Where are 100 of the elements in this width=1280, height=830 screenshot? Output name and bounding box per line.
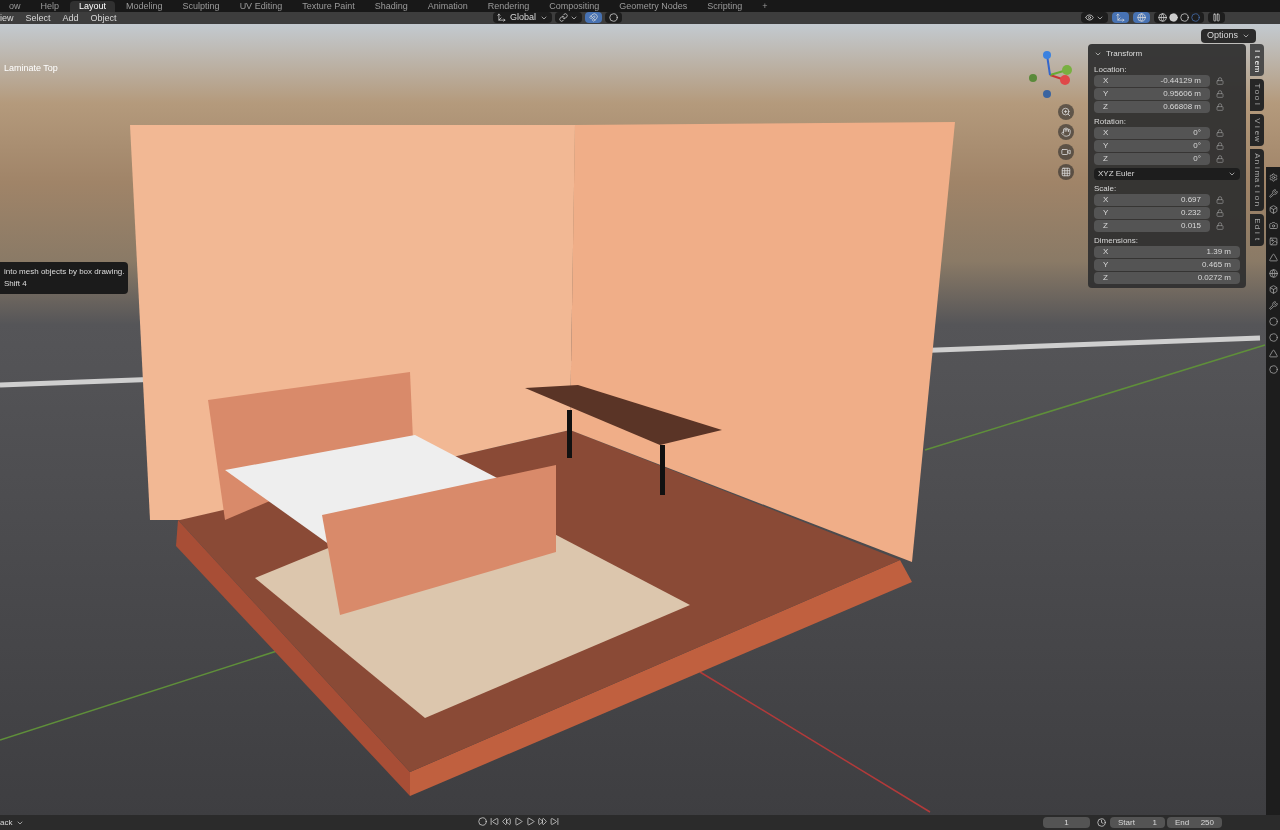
properties-tab-icon[interactable] [1268, 221, 1278, 230]
group-label: Location: [1094, 64, 1128, 75]
playback-icon[interactable] [502, 817, 511, 826]
sidebar-tab[interactable]: Edit [1250, 214, 1264, 246]
value-field[interactable]: X 0.697 [1094, 194, 1210, 206]
overlay-dropdown[interactable] [1133, 12, 1150, 23]
workspace-tab[interactable]: Shading [365, 1, 417, 12]
sidebar-tab[interactable]: Item [1250, 44, 1264, 76]
value-field[interactable]: X 1.39 m [1094, 246, 1240, 258]
value-field[interactable]: Y 0.95606 m [1094, 88, 1210, 100]
value-field[interactable]: Y 0.465 m [1094, 259, 1240, 271]
menu-item[interactable]: Object [90, 12, 117, 24]
caret-icon [1228, 170, 1236, 178]
playback-icon[interactable] [550, 817, 559, 826]
snap-button[interactable] [585, 12, 602, 23]
gizmo-icon [1116, 13, 1125, 22]
menu-item[interactable]: Select [25, 12, 51, 24]
lock-icon[interactable] [1216, 129, 1224, 137]
workspace-tab[interactable]: + [753, 1, 777, 12]
lock-icon[interactable] [1216, 90, 1224, 98]
circle-icon [609, 13, 618, 22]
rotation-mode-dropdown[interactable]: XYZ Euler [1094, 168, 1240, 180]
value-field[interactable]: Y 0° [1094, 140, 1210, 152]
workspace-tab[interactable]: UV Editing [230, 1, 292, 12]
start-field[interactable]: Start 1 [1110, 817, 1165, 828]
group-label: Scale: [1094, 183, 1118, 194]
lock-icon[interactable] [1216, 209, 1224, 217]
workspace-tab[interactable]: Sculpting [173, 1, 229, 12]
workspace-tab[interactable]: Animation [418, 1, 477, 12]
tooltip-text: Shift 4 [4, 278, 28, 290]
value-field[interactable]: Y 0.232 [1094, 207, 1210, 219]
workspace-tab[interactable]: Rendering [478, 1, 539, 12]
tooltip-text: into mesh objects by box drawing. [4, 266, 124, 278]
pause-icon [1212, 13, 1221, 22]
sidebar-tab[interactable]: View [1250, 114, 1264, 146]
workspace-tab[interactable]: Help [31, 1, 69, 12]
value-field[interactable]: Z 0.0272 m [1094, 272, 1240, 284]
proportional-button[interactable] [605, 12, 622, 23]
visibility-dropdown[interactable] [1081, 12, 1108, 23]
object-label: Laminate Top [4, 62, 58, 75]
lock-icon[interactable] [1216, 142, 1224, 150]
group-label: Dimensions: [1094, 235, 1139, 246]
pause-button[interactable] [1208, 12, 1225, 23]
end-field[interactable]: End 250 [1167, 817, 1222, 828]
clock-icon[interactable] [1097, 818, 1106, 827]
menu-item[interactable]: iew [0, 12, 14, 24]
sidebar-tab[interactable]: Animation [1250, 149, 1264, 211]
timeline-menu[interactable]: ack [0, 817, 25, 829]
rendered-icon [1191, 13, 1200, 22]
sidebar-tab[interactable]: Tool [1250, 79, 1264, 111]
lock-icon[interactable] [1216, 222, 1224, 230]
properties-tab-icon[interactable] [1268, 285, 1278, 294]
properties-tab-icon[interactable] [1268, 173, 1278, 182]
value-field[interactable]: X -0.44129 m [1094, 75, 1210, 87]
current-frame-field[interactable]: 1 [1043, 817, 1090, 828]
lock-icon[interactable] [1216, 196, 1224, 204]
hand-icon[interactable] [1058, 124, 1074, 140]
link-icon [559, 13, 568, 22]
caret-icon [1242, 32, 1250, 40]
workspace-tab[interactable]: ow [0, 1, 30, 12]
value-field[interactable]: Z 0.015 [1094, 220, 1210, 232]
shading-buttons[interactable] [1154, 12, 1204, 23]
zoom-icon[interactable] [1058, 104, 1074, 120]
grid-icon[interactable] [1058, 164, 1074, 180]
workspace-tab[interactable]: Texture Paint [293, 1, 364, 12]
lock-icon[interactable] [1216, 103, 1224, 111]
properties-tab-icon[interactable] [1268, 237, 1278, 246]
camera-icon[interactable] [1058, 144, 1074, 160]
overlay-icon [1137, 13, 1146, 22]
group-label: Rotation: [1094, 116, 1128, 127]
wireframe-icon [1158, 13, 1167, 22]
playback-icon[interactable] [478, 817, 487, 826]
chevron-icon [1094, 50, 1102, 58]
orientation-dropdown[interactable]: Global [493, 12, 552, 23]
gizmo-dropdown[interactable] [1112, 12, 1129, 23]
properties-tab-icon[interactable] [1268, 189, 1278, 198]
caret-icon [16, 819, 25, 827]
axes-icon [497, 13, 506, 22]
workspace-tab[interactable]: Modeling [117, 1, 172, 12]
properties-tab-icon[interactable] [1268, 205, 1278, 214]
solid-icon [1169, 13, 1178, 22]
playback-icon[interactable] [538, 817, 547, 826]
workspace-tab[interactable]: Scripting [698, 1, 752, 12]
workspace-tab[interactable]: Compositing [540, 1, 609, 12]
value-field[interactable]: Z 0.66808 m [1094, 101, 1210, 113]
panel-header[interactable]: Transform [1094, 47, 1240, 61]
workspace-tab[interactable]: Geometry Nodes [610, 1, 697, 12]
eye-icon [1085, 13, 1094, 22]
menu-item[interactable]: Add [62, 12, 79, 24]
options-button[interactable]: Options [1200, 29, 1256, 43]
workspace-tab[interactable]: Layout [70, 1, 116, 12]
value-field[interactable]: Z 0° [1094, 153, 1210, 165]
properties-tab-icon[interactable] [1268, 253, 1278, 262]
lock-icon[interactable] [1216, 155, 1224, 163]
lock-icon[interactable] [1216, 77, 1224, 85]
value-field[interactable]: X 0° [1094, 127, 1210, 139]
pivot-dropdown[interactable] [555, 12, 582, 23]
properties-tab-icon[interactable] [1268, 269, 1278, 278]
playback-icon[interactable] [490, 817, 499, 826]
properties-tab-icon[interactable] [1268, 301, 1278, 310]
